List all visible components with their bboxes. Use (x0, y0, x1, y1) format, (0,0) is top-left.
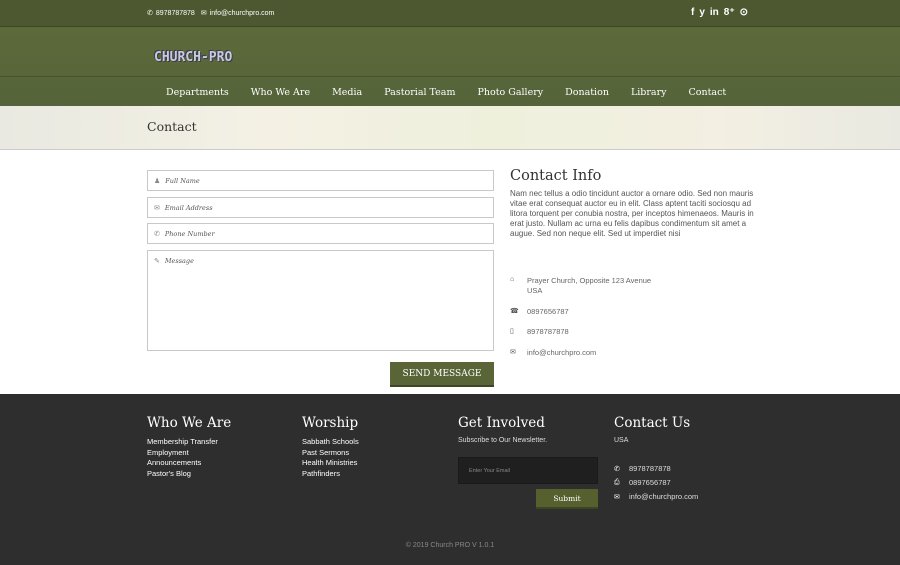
top-phone: ✆ 8978787878 (147, 9, 195, 18)
footer-link[interactable]: Past Sermons (302, 448, 359, 459)
newsletter-email-input[interactable]: Enter Your Email (458, 457, 598, 484)
home-icon: ⌂ (510, 276, 515, 283)
social-links: f y in 8⁺ ⊙ (691, 7, 748, 18)
contact-info-description: Nam nec tellus a odio tincidunt auctor a… (510, 189, 754, 238)
copyright: © 2019 Church PRO V 1.0.1 (405, 542, 495, 549)
footer-link[interactable]: Employment (147, 448, 231, 459)
top-bar: ✆ 8978787878 ✉ info@churchpro.com f y in… (0, 0, 900, 26)
phone-icon: ✆ (147, 10, 153, 17)
nav-media[interactable]: Media (321, 87, 373, 98)
address-line2: USA (527, 286, 543, 295)
footer-fax: ⎙ 0897656787 (614, 478, 671, 487)
page-banner: Contact (0, 106, 900, 150)
nav-library[interactable]: Library (620, 87, 678, 98)
fax-icon: ☎ (510, 308, 519, 315)
envelope-icon: ✉ (200, 10, 207, 17)
footer-who-we-are: Who We Are Membership Transfer Employmen… (147, 415, 231, 480)
newsletter-email-placeholder: Enter Your Email (469, 467, 510, 474)
contact-email: ✉ info@churchpro.com (510, 348, 596, 357)
facebook-icon[interactable]: f (691, 7, 694, 18)
nav-departments[interactable]: Departments (155, 87, 240, 98)
nav-donation[interactable]: Donation (554, 87, 620, 98)
footer-fax-text: 0897656787 (629, 478, 671, 487)
footer-email-text[interactable]: info@churchpro.com (629, 492, 698, 501)
message-placeholder: Message (164, 257, 194, 265)
footer-worship: Worship Sabbath Schools Past Sermons Hea… (302, 415, 359, 480)
google-plus-icon[interactable]: 8⁺ (724, 7, 735, 18)
phone-placeholder: Phone Number (164, 229, 215, 238)
fax-icon: ⎙ (614, 478, 620, 486)
mobile-number: 8978787878 (527, 327, 569, 336)
envelope-icon: ✉ (154, 204, 160, 212)
footer-link[interactable]: Pastor's Blog (147, 469, 231, 480)
page-title: Contact (147, 119, 197, 134)
footer-phone: ✆ 8978787878 (614, 464, 671, 473)
fax-number: 0897656787 (527, 307, 569, 316)
contact-email-text[interactable]: info@churchpro.com (527, 348, 596, 357)
email-field[interactable]: ✉ Email Address (147, 197, 494, 218)
newsletter-subtitle: Subscribe to Our Newsletter. (458, 437, 548, 444)
footer-country: USA (614, 437, 629, 444)
footer-worship-title: Worship (302, 415, 359, 431)
linkedin-icon[interactable]: in (710, 7, 719, 18)
nav-photo-gallery[interactable]: Photo Gallery (466, 87, 554, 98)
pinterest-icon[interactable]: ⊙ (740, 7, 748, 18)
send-message-button[interactable]: SEND MESSAGE (390, 362, 494, 387)
nav-pastorial-team[interactable]: Pastorial Team (373, 87, 466, 98)
footer-link[interactable]: Pathfinders (302, 469, 359, 480)
top-phone-text: 8978787878 (155, 9, 195, 17)
footer-link[interactable]: Membership Transfer (147, 437, 231, 448)
contact-mobile: ▯ 8978787878 (510, 327, 569, 336)
mobile-icon: ▯ (510, 328, 514, 335)
footer-link[interactable]: Sabbath Schools (302, 437, 359, 448)
top-contact: ✆ 8978787878 ✉ info@churchpro.com (147, 9, 275, 18)
footer-email: ✉ info@churchpro.com (614, 492, 698, 501)
footer-get-involved-title: Get Involved (458, 415, 545, 431)
contact-fax: ☎ 0897656787 (510, 307, 569, 316)
full-name-field[interactable]: ♟ Full Name (147, 170, 494, 191)
pencil-icon: ✎ (154, 258, 160, 265)
contact-address: ⌂ Prayer Church, Opposite 123 Avenue USA (510, 276, 651, 296)
footer: Who We Are Membership Transfer Employmen… (0, 394, 900, 565)
phone-field[interactable]: ✆ Phone Number (147, 223, 494, 244)
top-email-text[interactable]: info@churchpro.com (210, 10, 275, 17)
message-field[interactable]: ✎ Message (147, 250, 494, 351)
footer-link[interactable]: Health Ministries (302, 458, 359, 469)
envelope-icon: ✉ (614, 493, 620, 501)
newsletter-submit-button[interactable]: Submit (536, 489, 598, 509)
footer-contact-us: Contact Us USA (614, 415, 690, 444)
full-name-placeholder: Full Name (165, 176, 200, 185)
main-nav: Departments Who We Are Media Pastorial T… (0, 76, 900, 107)
phone-icon: ✆ (614, 465, 620, 473)
envelope-icon: ✉ (510, 349, 516, 356)
footer-phone-text: 8978787878 (629, 464, 671, 473)
email-placeholder: Email Address (164, 203, 213, 212)
twitter-icon[interactable]: y (699, 7, 705, 18)
user-icon: ♟ (154, 177, 161, 185)
footer-who-we-are-title: Who We Are (147, 415, 232, 431)
nav-who-we-are[interactable]: Who We Are (240, 87, 321, 98)
contact-info-title: Contact Info (510, 168, 602, 184)
footer-link[interactable]: Announcements (147, 458, 231, 469)
phone-icon: ✆ (154, 230, 160, 238)
top-email[interactable]: ✉ info@churchpro.com (200, 9, 275, 18)
nav-contact[interactable]: Contact (677, 87, 737, 98)
header: CHURCH-PRO Departments Who We Are Media … (0, 26, 900, 106)
footer-get-involved: Get Involved Subscribe to Our Newsletter… (458, 415, 547, 444)
logo[interactable]: CHURCH-PRO (154, 50, 232, 65)
footer-contact-us-title: Contact Us (614, 415, 691, 431)
address-line1: Prayer Church, Opposite 123 Avenue (527, 276, 652, 285)
